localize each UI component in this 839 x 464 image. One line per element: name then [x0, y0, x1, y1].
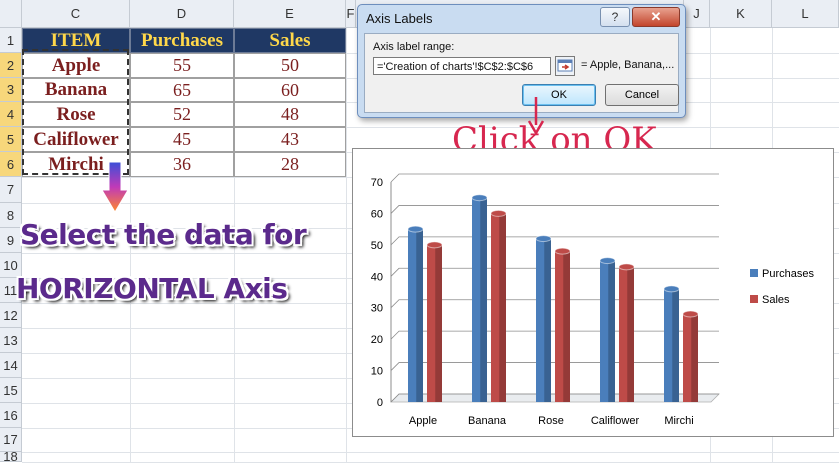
bar-purchases-califlower [599, 257, 616, 402]
row-header[interactable]: 9 [0, 228, 22, 253]
y-tick-label: 20 [371, 334, 383, 346]
select-all-corner[interactable] [0, 0, 22, 28]
bar-sales-mirchi [682, 310, 699, 402]
x-tick-label: Apple [409, 415, 437, 427]
item-cell[interactable]: Califlower [22, 127, 130, 152]
column-header-f[interactable]: F [346, 0, 356, 28]
column-header-l[interactable]: L [772, 0, 839, 28]
gridline [22, 462, 839, 463]
bar-sales-banana [490, 209, 507, 402]
sales-cell[interactable]: 28 [234, 152, 346, 177]
row-header[interactable]: 2 [0, 53, 22, 78]
y-tick-label: 10 [371, 366, 383, 378]
gridline [346, 28, 347, 462]
y-tick-label: 30 [371, 303, 383, 315]
down-arrow-icon [101, 161, 129, 213]
row-header[interactable]: 5 [0, 127, 22, 152]
cancel-button[interactable]: Cancel [605, 84, 679, 106]
axis-label-range-input[interactable]: ='Creation of charts'!$C$2:$C$6 [373, 57, 551, 75]
row-header[interactable]: 1 [0, 28, 22, 53]
row-header[interactable]: 12 [0, 303, 22, 328]
bar-sales-rose [554, 247, 571, 402]
header-purchases[interactable]: Purchases [130, 28, 234, 53]
clustered-column-chart[interactable]: 0 10 20 30 40 50 60 70 Apple Banana Rose Califlower… [352, 148, 834, 437]
row-header[interactable]: 6 [0, 152, 22, 177]
range-preview: = Apple, Banana,... [581, 59, 675, 71]
sales-cell[interactable]: 43 [234, 127, 346, 152]
purchases-cell[interactable]: 45 [130, 127, 234, 152]
y-tick-label: 50 [371, 240, 383, 252]
column-header-j[interactable]: J [684, 0, 710, 28]
chart-plot: 0 10 20 30 40 50 60 70 Apple Banana Rose Califlower… [371, 173, 814, 427]
close-button[interactable]: ✕ [632, 7, 680, 27]
sales-cell[interactable]: 60 [234, 78, 346, 102]
row-header[interactable]: 3 [0, 78, 22, 102]
x-tick-label: Rose [538, 415, 564, 427]
bar-purchases-mirchi [663, 285, 680, 402]
dialog-title: Axis Labels [366, 11, 433, 26]
gridline [390, 205, 719, 214]
sales-cell[interactable]: 50 [234, 53, 346, 78]
column-header-d[interactable]: D [130, 0, 234, 28]
column-header-k[interactable]: K [710, 0, 772, 28]
row-header[interactable]: 15 [0, 378, 22, 403]
header-item[interactable]: ITEM [22, 28, 130, 53]
axis-label-range-label: Axis label range: [373, 41, 455, 53]
row-header[interactable]: 13 [0, 328, 22, 353]
x-tick-label: Mirchi [664, 415, 693, 427]
legend-swatch [750, 269, 758, 277]
legend-label: Sales [762, 294, 790, 306]
legend-swatch [750, 295, 758, 303]
purchases-cell[interactable]: 65 [130, 78, 234, 102]
collapse-dialog-icon [557, 59, 573, 72]
item-cell[interactable]: Rose [22, 102, 130, 127]
header-sales[interactable]: Sales [234, 28, 346, 53]
row-header[interactable]: 16 [0, 403, 22, 428]
column-header-e[interactable]: E [234, 0, 346, 28]
row-header[interactable]: 7 [0, 177, 22, 203]
bar-sales-apple [426, 241, 443, 402]
annotation-select-data: Select the data for [20, 218, 307, 251]
x-tick-label: Califlower [591, 415, 640, 427]
purchases-cell[interactable]: 55 [130, 53, 234, 78]
help-button[interactable]: ? [600, 7, 630, 27]
bar-purchases-apple [407, 225, 424, 402]
purchases-cell[interactable]: 52 [130, 102, 234, 127]
y-tick-label: 0 [377, 397, 383, 409]
axis-labels-dialog: Axis Labels ? ✕ Axis label range: ='Crea… [357, 4, 686, 118]
y-tick-label: 70 [371, 177, 383, 189]
bar-purchases-banana [471, 194, 488, 402]
item-cell[interactable]: Apple [22, 53, 130, 78]
item-cell[interactable]: Banana [22, 78, 130, 102]
gridline [22, 452, 839, 453]
purchases-cell[interactable]: 36 [130, 152, 234, 177]
row-header[interactable]: 18 [0, 450, 22, 463]
dialog-body: Axis label range: ='Creation of charts'!… [364, 33, 679, 113]
bar-purchases-rose [535, 235, 552, 402]
y-tick-label: 40 [371, 271, 383, 283]
row-header[interactable]: 4 [0, 102, 22, 127]
y-tick-label: 60 [371, 208, 383, 220]
gridline [390, 173, 719, 183]
sales-cell[interactable]: 48 [234, 102, 346, 127]
legend-label: Purchases [762, 268, 814, 280]
row-header[interactable]: 14 [0, 353, 22, 378]
x-tick-label: Banana [468, 415, 507, 427]
range-collapse-button[interactable] [555, 56, 575, 76]
column-header-c[interactable]: C [22, 0, 130, 28]
row-header[interactable]: 8 [0, 203, 22, 228]
annotation-horizontal-axis: HORIZONTAL Axis [16, 272, 288, 305]
bar-sales-califlower [618, 263, 635, 402]
